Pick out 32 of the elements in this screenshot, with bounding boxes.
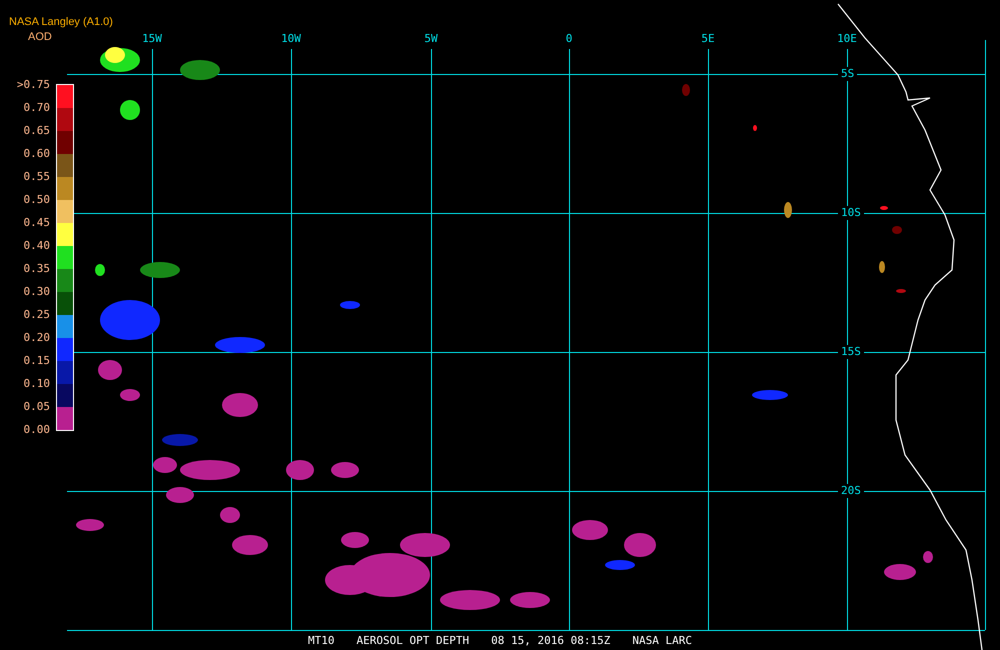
map-source-label: NASA Langley (A1.0) (9, 16, 113, 28)
latitude-label: 20S (838, 484, 864, 498)
variable-label: AOD (28, 31, 52, 43)
latitude-label: 10S (838, 206, 864, 220)
latitude-label: 15S (838, 345, 864, 359)
scale-value: 0.00 (22, 424, 50, 436)
scale-value: 0.25 (22, 309, 50, 321)
scale-value: 0.30 (22, 286, 50, 298)
longitude-label: 5E (700, 33, 716, 45)
scale-value: 0.35 (22, 263, 50, 275)
scale-value: 0.05 (22, 401, 50, 413)
scale-value: 0.60 (22, 148, 50, 160)
scale-value: 0.50 (22, 194, 50, 206)
caption-text: 08 15, 2016 08:15Z (491, 634, 610, 648)
scale-value: 0.15 (22, 355, 50, 367)
scale-value: >0.75 (16, 79, 50, 91)
scale-value: 0.65 (22, 125, 50, 137)
scale-value: 0.70 (22, 102, 50, 114)
longitude-label: 0 (564, 33, 574, 45)
longitude-label: 15W (141, 33, 163, 45)
scale-value: 0.20 (22, 332, 50, 344)
scale-value: 0.40 (22, 240, 50, 252)
latitude-label: 5S (838, 67, 858, 81)
caption-text: MT10 (308, 634, 335, 648)
caption-text: NASA LARC (632, 634, 692, 648)
scale-value: 0.55 (22, 171, 50, 183)
longitude-label: 10W (280, 33, 302, 45)
longitude-label: 10E (836, 33, 858, 45)
caption-text: AEROSOL OPT DEPTH (356, 634, 470, 648)
scale-value: 0.45 (22, 217, 50, 229)
scale-value: 0.10 (22, 378, 50, 390)
longitude-label: 5W (423, 33, 439, 45)
